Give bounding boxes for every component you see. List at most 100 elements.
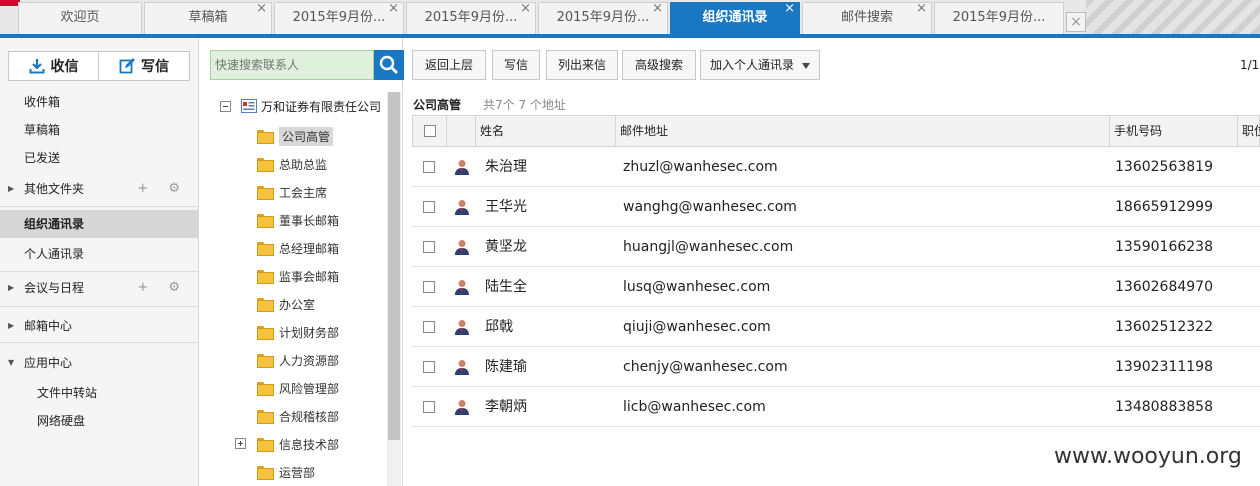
folder-icon — [257, 354, 274, 368]
collapse-arrow-icon[interactable]: ▼ — [8, 349, 14, 377]
tab-welcome[interactable]: 欢迎页 — [18, 2, 142, 34]
sidebar-item-network-disk[interactable]: 网络硬盘 — [0, 407, 198, 435]
contact-name[interactable]: 朱治理 — [485, 147, 527, 187]
sidebar-item-label: 邮箱中心 — [24, 319, 73, 333]
row-checkbox[interactable] — [423, 241, 435, 253]
contact-search-input[interactable] — [210, 50, 374, 80]
row-checkbox[interactable] — [423, 201, 435, 213]
table-row[interactable]: 黄坚龙 huangjl@wanhesec.com 13590166238 — [412, 227, 1260, 267]
receive-mail-button[interactable]: 收信 — [8, 51, 99, 81]
table-row[interactable]: 王华光 wanghg@wanhesec.com 18665912999 — [412, 187, 1260, 227]
sidebar-item-app-center[interactable]: ▼ 应用中心 — [0, 349, 198, 377]
contact-email[interactable]: wanghg@wanhesec.com — [623, 187, 797, 227]
tree-node[interactable]: 人力资源部 — [257, 350, 339, 370]
contact-name[interactable]: 李朝炳 — [485, 387, 527, 427]
close-icon[interactable]: × — [388, 3, 399, 24]
row-checkbox[interactable] — [423, 281, 435, 293]
close-icon[interactable]: × — [784, 3, 795, 24]
column-header-name[interactable]: 姓名 — [475, 116, 615, 146]
tree-node[interactable]: 总助总监 — [257, 154, 327, 174]
contact-phone: 13602563819 — [1115, 159, 1213, 175]
tree-node[interactable]: 董事长邮箱 — [257, 210, 339, 230]
select-all-checkbox[interactable] — [424, 125, 436, 137]
sidebar-item-inbox[interactable]: 收件箱 — [0, 88, 198, 116]
close-icon[interactable]: × — [916, 3, 927, 24]
tab-report-1[interactable]: 2015年9月份... × — [274, 2, 404, 34]
row-checkbox[interactable] — [423, 321, 435, 333]
tab-drafts[interactable]: 草稿箱 × — [144, 2, 272, 34]
table-row[interactable]: 陆生全 lusq@wanhesec.com 13602684970 — [412, 267, 1260, 307]
row-checkbox[interactable] — [423, 401, 435, 413]
contact-name[interactable]: 陆生全 — [485, 267, 527, 307]
sidebar-item-org-directory[interactable]: 组织通讯录 — [0, 210, 198, 238]
search-button[interactable] — [374, 50, 404, 80]
contact-email[interactable]: zhuzl@wanhesec.com — [623, 147, 778, 187]
tree-node[interactable]: 办公室 — [257, 294, 315, 314]
write-button[interactable]: 写信 — [492, 50, 540, 80]
contact-email[interactable]: huangjl@wanhesec.com — [623, 227, 793, 267]
tab-report-2[interactable]: 2015年9月份... × — [406, 2, 536, 34]
sidebar-item-sent[interactable]: 已发送 — [0, 144, 198, 172]
row-checkbox[interactable] — [423, 161, 435, 173]
sidebar-item-file-transfer[interactable]: 文件中转站 — [0, 379, 198, 407]
sidebar-item-personal-directory[interactable]: 个人通讯录 — [0, 240, 198, 268]
tree-node[interactable]: 运营部 — [257, 462, 315, 482]
tree-node[interactable]: 公司高管 — [257, 126, 334, 146]
contact-name[interactable]: 黄坚龙 — [485, 227, 527, 267]
mail-action-buttons: 收信 写信 — [8, 51, 190, 81]
contact-email[interactable]: lusq@wanhesec.com — [623, 267, 770, 307]
table-row[interactable]: 邱戟 qiuji@wanhesec.com 13602512322 — [412, 307, 1260, 347]
row-checkbox[interactable] — [423, 361, 435, 373]
scrollbar-thumb[interactable] — [388, 92, 400, 440]
sidebar-item-meetings[interactable]: ▶ 会议与日程 + ⚙ — [0, 274, 198, 302]
contact-email[interactable]: qiuji@wanhesec.com — [623, 307, 771, 347]
contact-name[interactable]: 王华光 — [485, 187, 527, 227]
tree-node[interactable]: 总经理邮箱 — [257, 238, 339, 258]
expand-arrow-icon[interactable]: ▶ — [8, 312, 14, 340]
tree-node[interactable]: 风险管理部 — [257, 378, 339, 398]
tab-report-3[interactable]: 2015年9月份... × — [538, 2, 668, 34]
tree-scrollbar[interactable] — [387, 92, 401, 486]
column-header-email[interactable]: 邮件地址 — [615, 116, 1109, 146]
table-row[interactable]: 陈建瑜 chenjy@wanhesec.com 13902311198 — [412, 347, 1260, 387]
compose-mail-button[interactable]: 写信 — [99, 51, 190, 81]
list-mail-button[interactable]: 列出来信 — [546, 50, 618, 80]
tree-root-label: 万和证券有限责任公司 — [261, 99, 382, 114]
collapse-toggle-icon[interactable] — [220, 100, 231, 112]
expand-arrow-icon[interactable]: ▶ — [8, 274, 14, 302]
table-row[interactable]: 朱治理 zhuzl@wanhesec.com 13602563819 — [412, 147, 1260, 187]
tab-mail-search[interactable]: 邮件搜索 × — [802, 2, 932, 34]
expand-arrow-icon[interactable]: ▶ — [8, 175, 14, 203]
tab-label: 2015年9月份... — [292, 10, 386, 25]
table-row[interactable]: 李朝炳 licb@wanhesec.com 13480883858 — [412, 387, 1260, 427]
close-icon[interactable]: × — [652, 3, 663, 24]
expand-toggle-icon[interactable] — [235, 438, 246, 449]
go-up-button[interactable]: 返回上层 — [412, 50, 486, 80]
contact-name[interactable]: 邱戟 — [485, 307, 513, 347]
sidebar-item-mailbox-center[interactable]: ▶ 邮箱中心 — [0, 312, 198, 340]
dropdown-label: 加入个人通讯录 — [709, 58, 794, 72]
tree-node[interactable]: 监事会邮箱 — [257, 266, 339, 286]
add-to-personal-contacts-dropdown[interactable]: 加入个人通讯录 — [700, 50, 820, 80]
tab-org-directory[interactable]: 组织通讯录 × — [670, 2, 800, 34]
tree-node[interactable]: 合规稽核部 — [257, 406, 339, 426]
sidebar-item-other-folders[interactable]: ▶ 其他文件夹 + ⚙ — [0, 175, 198, 203]
contact-email[interactable]: chenjy@wanhesec.com — [623, 347, 788, 387]
column-header-phone[interactable]: 手机号码 — [1109, 116, 1237, 146]
advanced-search-button[interactable]: 高级搜索 — [622, 50, 696, 80]
folder-tools-icon[interactable]: + ⚙ — [137, 274, 188, 302]
contact-email[interactable]: licb@wanhesec.com — [623, 387, 766, 427]
tree-root-company[interactable]: 万和证券有限责任公司 — [220, 96, 381, 116]
tree-node[interactable]: 工会主席 — [257, 182, 327, 202]
close-icon[interactable]: × — [256, 3, 267, 24]
close-icon[interactable]: × — [520, 3, 531, 24]
folder-tools-icon[interactable]: + ⚙ — [137, 175, 188, 203]
close-all-tabs-button[interactable]: × — [1066, 12, 1086, 32]
contact-name[interactable]: 陈建瑜 — [485, 347, 527, 387]
tree-node[interactable]: 计划财务部 — [257, 322, 339, 342]
watermark: www.wooyun.org — [1054, 444, 1242, 469]
sidebar-item-drafts[interactable]: 草稿箱 — [0, 116, 198, 144]
tree-node[interactable]: 信息技术部 — [235, 434, 339, 454]
column-header-position[interactable]: 职位 — [1237, 116, 1260, 146]
tab-report-4[interactable]: 2015年9月份... — [934, 2, 1064, 34]
